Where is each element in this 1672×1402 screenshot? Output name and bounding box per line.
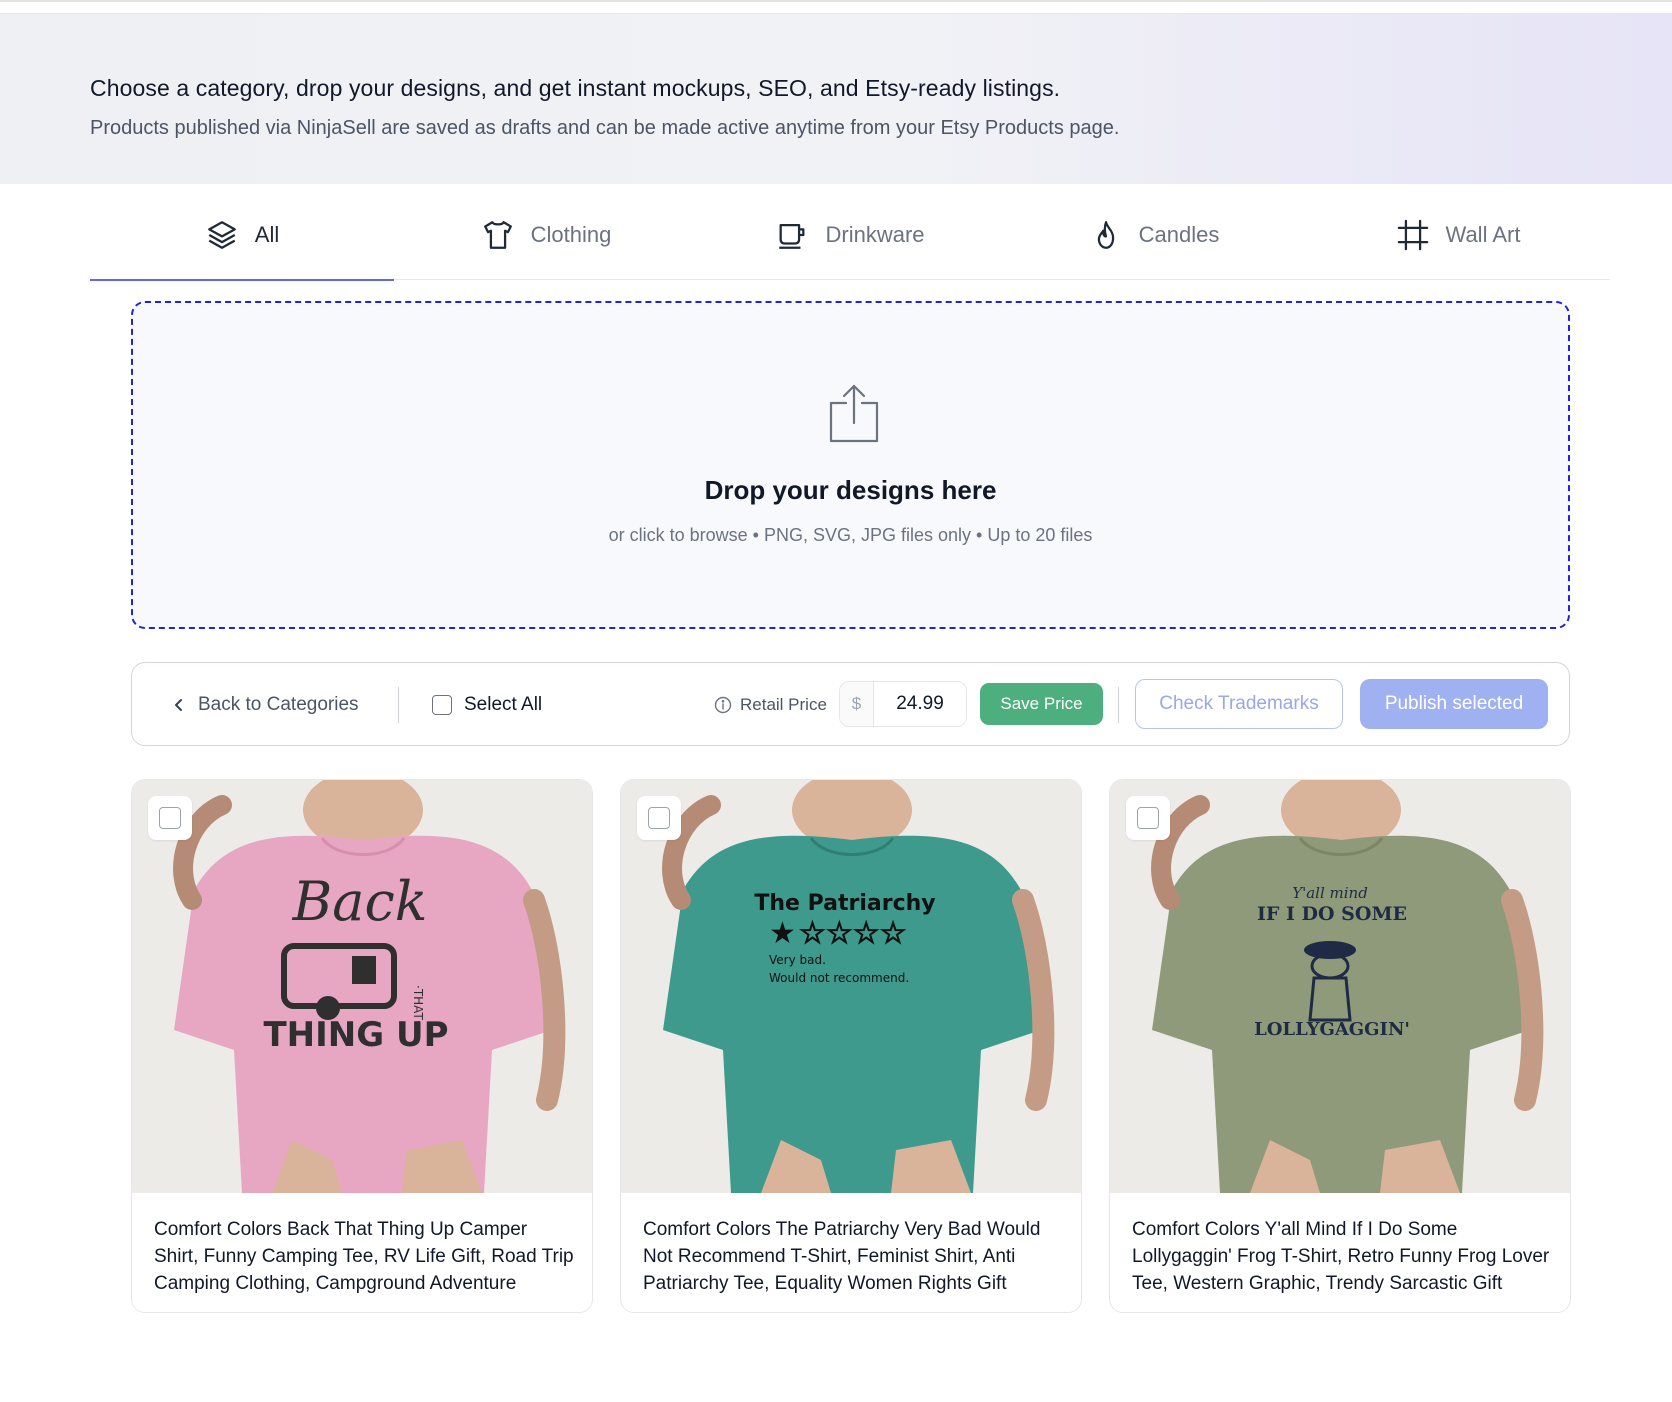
mockup-illustration: Back ·THAT· THING UP: [132, 780, 592, 1193]
svg-text:The Patriarchy: The Patriarchy: [754, 891, 935, 916]
checkbox-box[interactable]: [159, 807, 181, 829]
tab-clothing[interactable]: Clothing: [394, 190, 698, 280]
page-title: Choose a category, drop your designs, an…: [90, 75, 1061, 101]
bulk-action-toolbar: Back to Categories Select All Retail Pri…: [131, 662, 1570, 746]
svg-text:IF I DO SOME: IF I DO SOME: [1257, 903, 1407, 925]
dropzone-subtitle: or click to browse • PNG, SVG, JPG files…: [608, 525, 1093, 545]
retail-price-input[interactable]: [874, 693, 966, 715]
svg-text:Very bad.: Very bad.: [769, 953, 826, 967]
svg-text:☆☆☆☆: ☆☆☆☆: [799, 916, 907, 951]
currency-symbol: $: [840, 682, 874, 726]
tab-drinkware[interactable]: Drinkware: [698, 190, 1002, 280]
product-title: Comfort Colors The Patriarchy Very Bad W…: [643, 1219, 1041, 1294]
product-select-checkbox[interactable]: [1126, 796, 1170, 840]
frame-icon: [1397, 219, 1428, 251]
svg-text:Y'all mind: Y'all mind: [1292, 884, 1368, 902]
mug-icon: [779, 223, 805, 249]
tab-label: Drinkware: [825, 222, 925, 247]
svg-text:THING UP: THING UP: [263, 1015, 448, 1055]
select-all-label: Select All: [464, 694, 543, 715]
tab-label: All: [254, 222, 280, 247]
top-edge: [0, 0, 1672, 14]
back-to-categories-button[interactable]: Back to Categories: [172, 687, 359, 723]
product-select-checkbox[interactable]: [637, 796, 681, 840]
svg-text:★: ★: [769, 916, 796, 951]
checkbox-box[interactable]: [648, 807, 670, 829]
info-icon: [714, 696, 732, 714]
tab-wall-art[interactable]: Wall Art: [1306, 190, 1610, 280]
tab-label: Clothing: [530, 222, 612, 247]
flame-icon: [1097, 221, 1114, 249]
check-trademarks-button[interactable]: Check Trademarks: [1135, 679, 1343, 729]
product-card[interactable]: The Patriarchy ★ ☆☆☆☆ Very bad. Would no…: [620, 779, 1082, 1313]
checkbox-box[interactable]: [1137, 807, 1159, 829]
product-card[interactable]: Back ·THAT· THING UP Comfort Colors Back…: [131, 779, 593, 1313]
design-dropzone[interactable]: Drop your designs here or click to brows…: [131, 301, 1570, 629]
product-mockup-image: Back ·THAT· THING UP: [132, 780, 592, 1193]
tab-label: Candles: [1138, 222, 1220, 247]
mockup-illustration: The Patriarchy ★ ☆☆☆☆ Very bad. Would no…: [621, 780, 1081, 1193]
toolbar-divider: [1118, 687, 1119, 723]
chevron-left-icon: [175, 699, 182, 711]
upload-icon: [829, 384, 879, 443]
page-subtitle: Products published via NinjaSell are sav…: [90, 117, 1120, 139]
header-banner: Choose a category, drop your designs, an…: [0, 14, 1672, 184]
svg-text:Would not recommend.: Would not recommend.: [769, 971, 909, 985]
save-price-button[interactable]: Save Price: [980, 683, 1103, 725]
tab-candles[interactable]: Candles: [1002, 190, 1306, 280]
product-select-checkbox[interactable]: [148, 796, 192, 840]
product-mockup-image: The Patriarchy ★ ☆☆☆☆ Very bad. Would no…: [621, 780, 1081, 1193]
toolbar-divider: [398, 687, 399, 723]
tab-all[interactable]: All: [90, 190, 394, 281]
price-input-group: $: [839, 681, 967, 727]
dropzone-title: Drop your designs here: [704, 475, 997, 505]
product-card[interactable]: Y'all mind IF I DO SOME LOLLYGAGGIN' Com…: [1109, 779, 1571, 1313]
checkbox-box[interactable]: [432, 695, 452, 715]
select-all-checkbox[interactable]: Select All: [432, 687, 542, 723]
design-text: Back: [292, 870, 428, 933]
category-tabs: All Clothing Drinkware Candles Wall Art: [90, 190, 1610, 281]
layers-icon: [207, 221, 236, 249]
svg-text:LOLLYGAGGIN': LOLLYGAGGIN': [1254, 1019, 1410, 1040]
product-title: Comfort Colors Y'all Mind If I Do Some L…: [1132, 1219, 1550, 1294]
mockup-illustration: Y'all mind IF I DO SOME LOLLYGAGGIN': [1110, 780, 1570, 1193]
product-title: Comfort Colors Back That Thing Up Camper…: [154, 1219, 574, 1294]
shirt-icon: [483, 221, 512, 249]
back-label: Back to Categories: [198, 694, 359, 715]
publish-selected-button[interactable]: Publish selected: [1360, 679, 1548, 729]
retail-price-text: Retail Price: [740, 695, 827, 714]
product-mockup-image: Y'all mind IF I DO SOME LOLLYGAGGIN': [1110, 780, 1570, 1193]
retail-price-label: Retail Price: [714, 687, 827, 723]
tab-label: Wall Art: [1445, 222, 1521, 247]
